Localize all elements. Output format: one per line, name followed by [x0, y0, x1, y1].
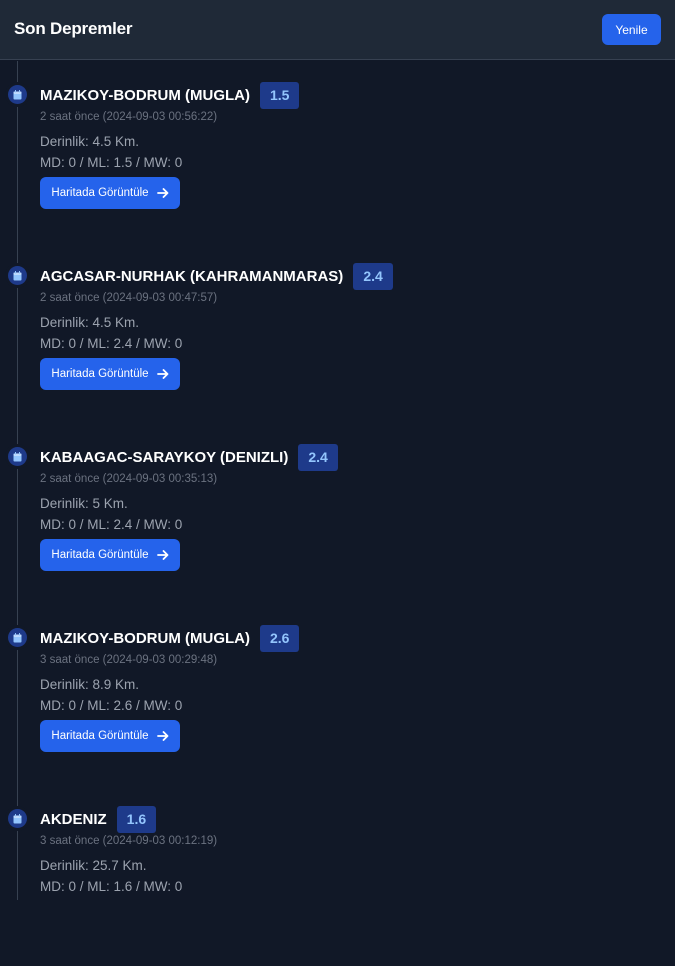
earthquake-item: MAZIKOY-BODRUM (MUGLA) 1.5 2 saat önce (…	[0, 61, 675, 242]
earthquake-location: AKDENIZ	[40, 810, 107, 828]
magnitude-badge: 1.5	[259, 81, 300, 109]
earthquake-location: AGCASAR-NURHAK (KAHRAMANMARAS)	[40, 267, 344, 285]
earthquake-time: 2 saat önce (2024-09-03 00:47:57)	[40, 292, 218, 304]
calendar-icon	[8, 447, 27, 466]
view-on-map-label: Haritada Görüntüle	[51, 730, 149, 742]
magnitude-badge: 2.4	[353, 262, 393, 290]
arrow-right-icon	[156, 550, 169, 560]
calendar-icon	[8, 266, 27, 285]
app-header: Son Depremler Yenile	[0, 0, 675, 60]
magnitude-badge: 1.6	[116, 805, 157, 833]
magnitude-scales: MD: 0 / ML: 2.4 / MW: 0	[40, 517, 183, 532]
earthquake-depth: Derinlik: 5 Km.	[40, 496, 128, 511]
view-on-map-button[interactable]: Haritada Görüntüle	[40, 720, 180, 752]
view-on-map-button[interactable]: Haritada Görüntüle	[40, 177, 180, 209]
magnitude-scales: MD: 0 / ML: 2.6 / MW: 0	[40, 698, 183, 713]
arrow-right-icon	[156, 731, 169, 741]
earthquake-location: MAZIKOY-BODRUM (MUGLA)	[40, 86, 250, 104]
earthquake-item: AGCASAR-NURHAK (KAHRAMANMARAS) 2.4 2 saa…	[0, 242, 675, 423]
earthquake-timeline[interactable]: MAZIKOY-BODRUM (MUGLA) 1.5 2 saat önce (…	[0, 61, 675, 900]
page-title: Son Depremler	[14, 19, 133, 38]
magnitude-badge: 2.4	[298, 443, 338, 471]
arrow-right-icon	[156, 188, 169, 198]
view-on-map-label: Haritada Görüntüle	[51, 187, 149, 199]
view-on-map-label: Haritada Görüntüle	[51, 549, 149, 561]
earthquake-time: 3 saat önce (2024-09-03 00:29:48)	[40, 654, 218, 666]
earthquake-location: KABAAGAC-SARAYKOY (DENIZLI)	[40, 448, 289, 466]
calendar-icon	[8, 85, 27, 104]
earthquake-time: 3 saat önce (2024-09-03 00:12:19)	[40, 835, 218, 847]
magnitude-scales: MD: 0 / ML: 2.4 / MW: 0	[40, 336, 183, 351]
earthquake-time: 2 saat önce (2024-09-03 00:56:22)	[40, 111, 218, 123]
magnitude-scales: MD: 0 / ML: 1.6 / MW: 0	[40, 879, 183, 894]
magnitude-badge: 2.6	[259, 624, 300, 652]
earthquake-depth: Derinlik: 4.5 Km.	[40, 315, 140, 330]
earthquake-depth: Derinlik: 4.5 Km.	[40, 134, 140, 149]
earthquake-item: AKDENIZ 1.6 3 saat önce (2024-09-03 00:1…	[0, 785, 675, 966]
earthquake-depth: Derinlik: 25.7 Km.	[40, 858, 147, 873]
view-on-map-button[interactable]: Haritada Görüntüle	[40, 358, 180, 390]
arrow-right-icon	[156, 369, 169, 379]
earthquake-item: KABAAGAC-SARAYKOY (DENIZLI) 2.4 2 saat ö…	[0, 423, 675, 604]
calendar-icon	[8, 628, 27, 647]
earthquake-time: 2 saat önce (2024-09-03 00:35:13)	[40, 473, 218, 485]
earthquake-location: MAZIKOY-BODRUM (MUGLA)	[40, 629, 250, 647]
calendar-icon	[8, 809, 27, 828]
view-on-map-label: Haritada Görüntüle	[51, 368, 149, 380]
magnitude-scales: MD: 0 / ML: 1.5 / MW: 0	[40, 155, 183, 170]
earthquake-depth: Derinlik: 8.9 Km.	[40, 677, 140, 692]
earthquake-item: MAZIKOY-BODRUM (MUGLA) 2.6 3 saat önce (…	[0, 604, 675, 785]
refresh-button[interactable]: Yenile	[602, 14, 661, 45]
view-on-map-button[interactable]: Haritada Görüntüle	[40, 539, 180, 571]
